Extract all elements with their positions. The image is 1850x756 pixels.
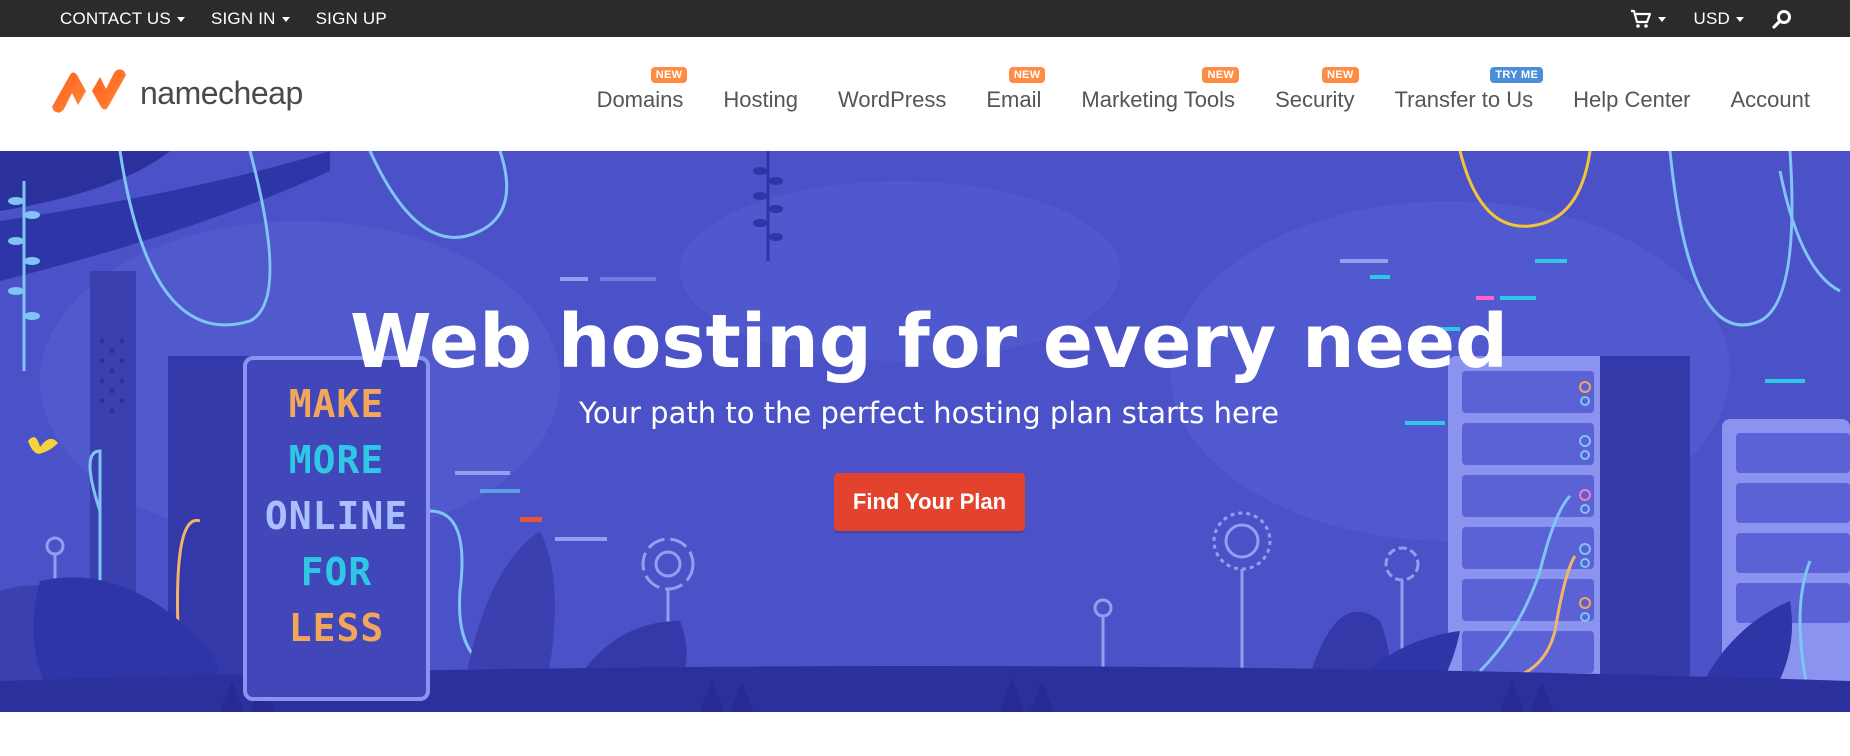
nav-label: Hosting: [723, 87, 798, 112]
chevron-down-icon: [176, 17, 185, 22]
nav-item-security[interactable]: Security NEW: [1275, 67, 1359, 113]
try-me-badge: TRY ME: [1490, 67, 1544, 83]
new-badge: NEW: [1008, 67, 1046, 83]
new-badge: NEW: [650, 67, 688, 83]
nav-label: Email: [986, 87, 1042, 112]
nav-label: WordPress: [837, 87, 947, 112]
hero-subtitle: Your path to the perfect hosting plan st…: [579, 396, 1279, 430]
chevron-down-icon: [1657, 17, 1666, 22]
nav-item-account[interactable]: Account: [1731, 87, 1811, 113]
sign-line: FOR: [300, 550, 373, 594]
primary-nav: Domains NEW Hosting WordPress Email NEW …: [596, 67, 1811, 113]
sign-line: ONLINE: [264, 494, 409, 538]
search-icon: [1772, 9, 1792, 29]
nav-item-marketing-tools[interactable]: Marketing Tools NEW: [1081, 67, 1240, 113]
find-your-plan-button[interactable]: Find Your Plan: [834, 473, 1025, 531]
utility-links: CONTACT US SIGN IN SIGN UP: [60, 0, 387, 37]
page-content-area: [0, 712, 1850, 756]
hero-banner: MAKE MORE ONLINE FOR LESS Web hosting fo…: [0, 151, 1850, 712]
namecheap-logo-icon: [48, 67, 130, 120]
nav-label: Transfer to Us: [1394, 87, 1534, 112]
nav-item-email[interactable]: Email NEW: [986, 67, 1046, 113]
nav-item-hosting[interactable]: Hosting: [723, 87, 798, 113]
nav-label: Security: [1275, 87, 1355, 112]
chevron-down-icon: [1736, 17, 1744, 22]
sign-in-menu[interactable]: SIGN IN: [211, 9, 290, 29]
sign-line: MORE: [288, 438, 385, 482]
nav-label: Marketing Tools: [1081, 87, 1236, 112]
cart-icon: [1630, 9, 1652, 29]
sign-line: LESS: [288, 606, 385, 650]
nav-item-help-center[interactable]: Help Center: [1573, 87, 1690, 113]
contact-us-menu[interactable]: CONTACT US: [60, 9, 185, 29]
main-header: namecheap Domains NEW Hosting WordPress …: [0, 37, 1850, 151]
nav-label: Account: [1730, 87, 1811, 112]
new-badge: NEW: [1202, 67, 1240, 83]
brand-logo[interactable]: namecheap: [48, 67, 303, 120]
currency-selector[interactable]: USD: [1693, 8, 1744, 29]
currency-label: USD: [1693, 8, 1730, 28]
sign-up-link[interactable]: SIGN UP: [316, 9, 387, 29]
nav-item-transfer-to-us[interactable]: Transfer to Us TRY ME: [1394, 67, 1544, 113]
contact-us-label: CONTACT US: [60, 8, 171, 28]
cart-button[interactable]: [1630, 9, 1666, 29]
nav-item-domains[interactable]: Domains NEW: [596, 67, 688, 113]
chevron-down-icon: [281, 17, 290, 22]
sign-up-label: SIGN UP: [315, 8, 387, 28]
nav-label: Domains: [596, 87, 684, 112]
sign-in-label: SIGN IN: [210, 8, 276, 28]
nav-item-wordpress[interactable]: WordPress: [838, 87, 946, 113]
utility-actions: USD: [1630, 0, 1793, 37]
hero-title: Web hosting for every need: [349, 299, 1509, 385]
utility-bar: CONTACT US SIGN IN SIGN UP USD: [0, 0, 1850, 37]
brand-name: namecheap: [140, 75, 303, 111]
new-badge: NEW: [1321, 67, 1359, 83]
search-button[interactable]: [1772, 9, 1792, 29]
nav-label: Help Center: [1573, 87, 1691, 112]
